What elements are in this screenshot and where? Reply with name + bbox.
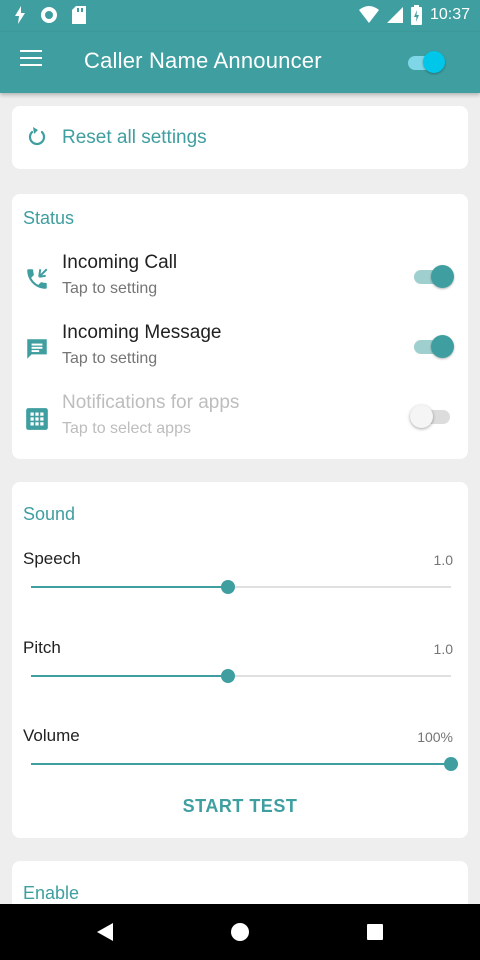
app-notifications-label: Notifications for apps [62,392,240,413]
volume-label: Volume [23,726,80,745]
battery-charging-icon [410,5,422,25]
reset-card[interactable]: Reset all settings [12,106,468,169]
incoming-call-label: Incoming Call [62,252,178,273]
flash-icon [15,6,25,24]
message-icon [27,339,47,359]
app-bar: Caller Name Announcer [0,32,480,93]
incoming-message-row[interactable]: Incoming Message Tap to setting [12,322,468,378]
status-bar: 10:37 [0,0,480,32]
home-button[interactable] [210,904,270,960]
pitch-slider-thumb[interactable] [221,669,236,683]
speech-slider[interactable] [31,577,451,597]
incoming-call-row[interactable]: Incoming Call Tap to setting [12,252,468,308]
speech-slider-thumb[interactable] [221,580,236,594]
refresh-icon [28,127,46,146]
phone-incoming-icon [27,268,48,289]
speech-label: Speech [23,549,81,568]
volume-slider-thumb[interactable] [444,757,458,771]
app-title: Caller Name Announcer [84,48,322,73]
status-section-title: Status [23,208,75,228]
volume-value: 100% [417,729,453,745]
status-card: Status Incoming Call Tap to setting Inco… [12,194,468,459]
enable-section-title: Enable [23,883,80,903]
incoming-call-switch[interactable] [414,264,454,290]
recents-button[interactable] [345,904,405,960]
back-icon [97,923,113,941]
app-notifications-row[interactable]: Notifications for apps Tap to select app… [12,392,468,448]
incoming-message-subtitle: Tap to setting [62,350,158,367]
reset-settings-button[interactable]: Reset all settings [62,127,207,149]
speech-value: 1.0 [433,552,453,568]
sync-circle-icon [41,7,57,23]
app-notifications-switch[interactable] [410,404,454,430]
clock: 10:37 [429,6,470,23]
sd-card-icon [72,6,86,24]
pitch-label: Pitch [23,638,61,657]
sound-section-title: Sound [23,504,76,524]
signal-icon [386,7,403,23]
recents-icon [367,924,383,940]
apps-grid-icon [26,408,48,430]
app-notifications-subtitle: Tap to select apps [62,420,191,437]
home-icon [231,923,249,941]
system-nav-bar [0,904,480,960]
start-test-button[interactable]: START TEST [12,796,468,817]
wifi-icon [358,6,379,23]
sound-card: Sound Speech 1.0 Pitch 1.0 Volume 100% S… [12,482,468,838]
pitch-slider[interactable] [31,666,451,686]
pitch-value: 1.0 [433,641,453,657]
incoming-call-subtitle: Tap to setting [62,280,158,297]
master-switch[interactable] [408,48,448,76]
volume-slider[interactable] [31,754,458,774]
back-button[interactable] [75,904,135,960]
menu-icon[interactable] [20,50,46,74]
incoming-message-label: Incoming Message [62,322,222,343]
incoming-message-switch[interactable] [414,334,454,360]
